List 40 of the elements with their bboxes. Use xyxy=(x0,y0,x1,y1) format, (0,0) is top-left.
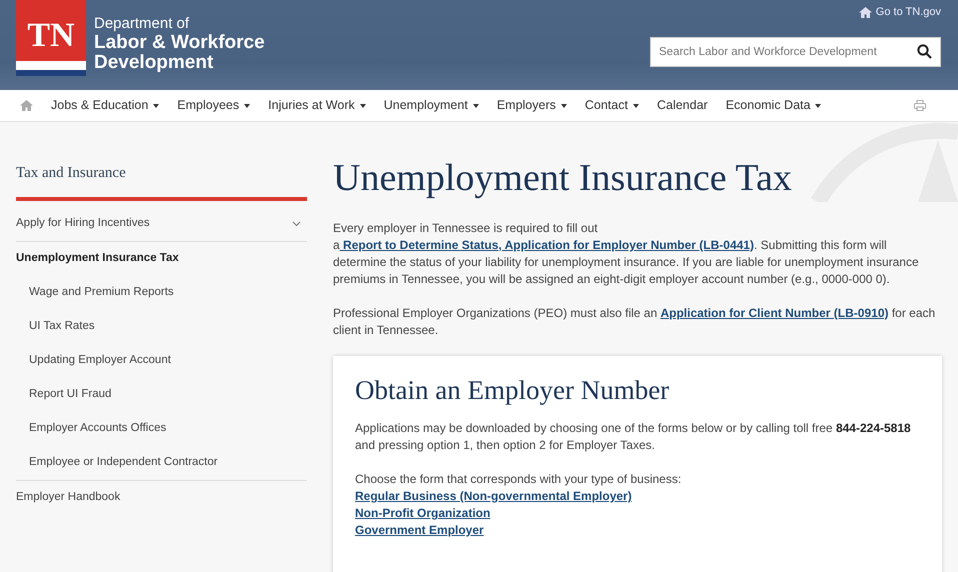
paragraph: Every employer in Tennessee is required to fill out a Report to Determine Status, Application for Employer Number (LB-0441). Submitting this form will determine the status of your liability for unemployment insurance. If you are liable for unemployment insurance premiums in Tennessee, you will be assigned an eight-digit employer account number (e.g., 0000-000 0). xyxy=(333,220,920,288)
go-to-tn-link[interactable]: Go to TN.gov xyxy=(858,4,941,20)
search-icon[interactable] xyxy=(917,44,932,59)
nav-menu-item[interactable]: Economic Data xyxy=(726,96,822,115)
card-title: Obtain an Employer Number xyxy=(355,374,670,406)
sidebar-subitem[interactable]: Employer Accounts Offices xyxy=(16,412,307,446)
sidebar-subitem[interactable]: UI Tax Rates xyxy=(16,310,307,344)
sidebar-subitem[interactable]: Employee or Independent Contractor xyxy=(16,446,307,480)
print-icon[interactable] xyxy=(914,100,926,111)
text-link[interactable]: Application for Client Number (LB-0910) xyxy=(660,306,888,320)
nav-menu-item[interactable]: Jobs & Education xyxy=(51,96,160,115)
agency-name: Department of xyxy=(94,16,190,32)
agency-name: Development xyxy=(94,53,214,74)
home-icon xyxy=(858,6,872,18)
sidebar-item[interactable]: Apply for Hiring Incentives xyxy=(16,206,307,240)
page-title: Unemployment Insurance Tax xyxy=(333,156,792,201)
nav-menu-item[interactable]: Contact xyxy=(584,96,639,115)
text-link[interactable]: (LB-0441) xyxy=(699,238,754,252)
home-icon[interactable] xyxy=(20,100,33,111)
text-link[interactable]: Government Employer xyxy=(355,522,484,539)
text-link[interactable]: Report to Determine Status, Application for Employer Number xyxy=(340,238,700,252)
state-logo[interactable]: TN xyxy=(16,0,86,76)
agency-name: Labor & Workforce xyxy=(94,32,265,54)
paragraph: Choose the form that corresponds with your type of business: xyxy=(355,470,682,488)
sidebar-subitem[interactable]: Report UI Fraud xyxy=(16,378,307,412)
sidebar-title: Tax and Insurance xyxy=(16,164,127,183)
text-link[interactable]: Regular Business (Non-governmental Employer) xyxy=(355,488,632,505)
nav-menu-item[interactable]: Employees xyxy=(177,96,250,115)
nav-menu-item[interactable]: Injuries at Work xyxy=(268,96,366,115)
paragraph: Professional Employer Organizations (PEO) must also file an Application for Client Number (LB-0910) for each client in Tennessee. xyxy=(333,304,936,339)
paragraph: Applications may be downloaded by choosing one of the forms below or by calling toll free 844-224-5818 and pressing option 1, then option 2 for Employer Taxes. xyxy=(355,420,912,454)
search-box[interactable]: Search Labor and Workforce Development xyxy=(650,36,941,66)
nav-menu-item[interactable]: Employers xyxy=(496,96,567,115)
sidebar-item[interactable]: Unemployment Insurance Tax xyxy=(16,242,307,276)
sidebar-subitem[interactable]: Wage and Premium Reports xyxy=(16,276,307,310)
sidebar-item[interactable]: Employer Handbook xyxy=(16,480,307,514)
nav-menu-item[interactable]: Unemployment xyxy=(384,96,479,115)
sidebar-subitem[interactable]: Updating Employer Account xyxy=(16,344,307,378)
text-link[interactable]: Non-Profit Organization xyxy=(355,504,490,522)
nav-menu-item[interactable]: Calendar xyxy=(656,96,708,115)
